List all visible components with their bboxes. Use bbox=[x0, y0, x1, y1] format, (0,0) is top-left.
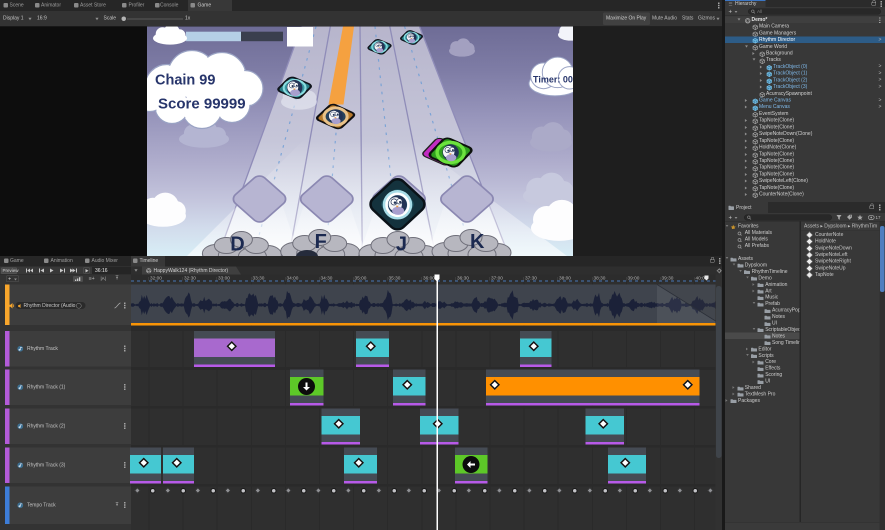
svg-text:K: K bbox=[470, 231, 485, 253]
svg-text:Chain 99: Chain 99 bbox=[155, 73, 215, 89]
svg-text:Timer: 00: Timer: 00 bbox=[533, 75, 573, 85]
svg-text:F: F bbox=[315, 231, 327, 253]
svg-text:D: D bbox=[230, 234, 244, 256]
svg-text:J: J bbox=[396, 234, 407, 256]
svg-text:Score 99999: Score 99999 bbox=[158, 96, 246, 113]
